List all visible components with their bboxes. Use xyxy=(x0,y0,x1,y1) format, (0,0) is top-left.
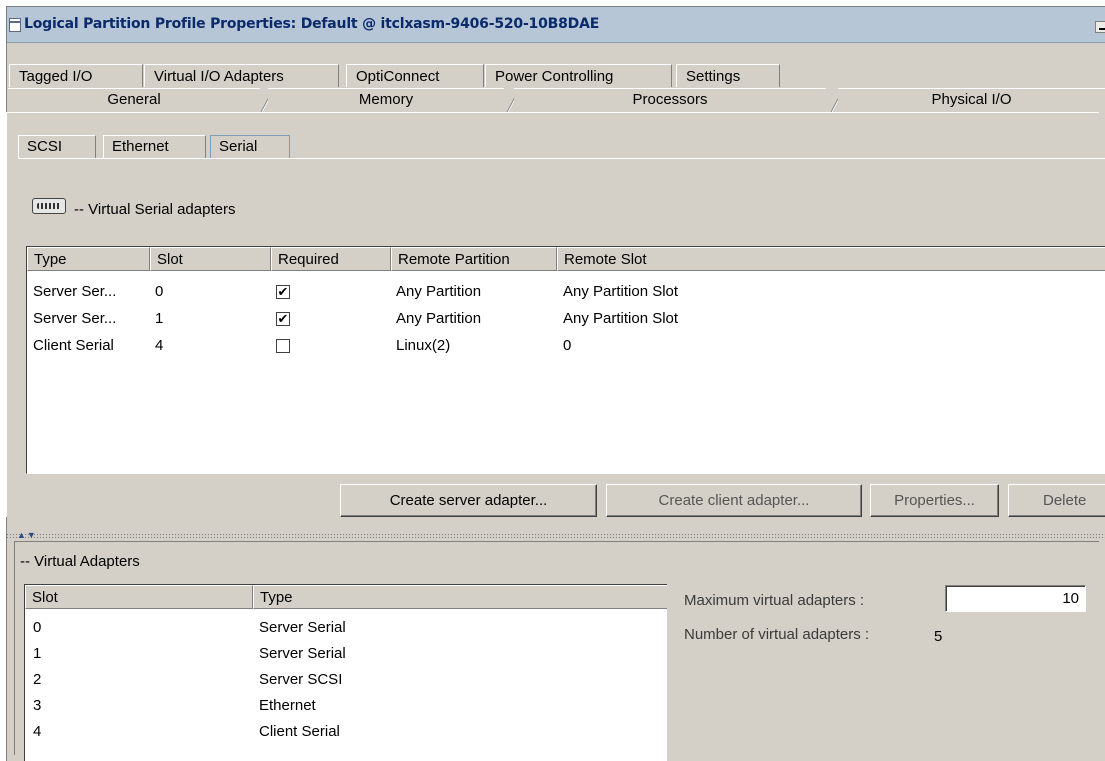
tab-physical-io[interactable]: Physical I/O xyxy=(838,88,1105,111)
tab-memory[interactable]: Memory xyxy=(268,88,504,111)
number-of-virtual-adapters-label: Number of virtual adapters : xyxy=(684,626,870,643)
tab-label: Power Controlling xyxy=(495,68,614,85)
cell-slot: 3 xyxy=(33,697,42,714)
column-header-remote-partition[interactable]: Remote Partition xyxy=(391,247,557,271)
tab-separator xyxy=(826,88,838,110)
tab-opticonnect[interactable]: OptiConnect xyxy=(346,64,484,87)
delete-button[interactable]: Delete xyxy=(1008,484,1105,517)
column-header-slot[interactable]: Slot xyxy=(150,247,271,271)
cell-remote-partition: Linux(2) xyxy=(396,337,451,354)
column-header-type[interactable]: Type xyxy=(27,247,150,271)
tab-label: Processors xyxy=(632,91,708,108)
minimize-button[interactable] xyxy=(1095,21,1105,33)
table-header: Slot Type xyxy=(25,585,667,609)
subtab-ethernet[interactable]: Ethernet xyxy=(103,135,206,159)
max-virtual-adapters-label: Maximum virtual adapters : xyxy=(684,592,865,609)
tab-label: Physical I/O xyxy=(931,91,1012,108)
cell-remote-slot: 0 xyxy=(563,337,572,354)
cell-slot: 0 xyxy=(33,619,42,636)
tab-virtual-io-adapters[interactable]: Virtual I/O Adapters xyxy=(144,64,339,87)
tab-separator xyxy=(256,88,268,110)
cell-remote-partition: Any Partition xyxy=(396,310,482,327)
max-virtual-adapters-input[interactable]: 10 xyxy=(945,585,1086,612)
cell-slot: 2 xyxy=(33,671,42,688)
split-arrows-icon[interactable]: ▲▼ xyxy=(17,531,37,540)
serial-port-icon xyxy=(32,198,66,214)
required-checkbox[interactable] xyxy=(276,339,290,353)
window-icon xyxy=(9,18,21,32)
cell-slot: 4 xyxy=(155,337,164,354)
column-header-remote-slot[interactable]: Remote Slot xyxy=(557,247,1105,271)
required-checkbox[interactable]: ✔ xyxy=(276,285,290,299)
virtual-adapters-label: -- Virtual Adapters xyxy=(20,553,140,570)
cell-type: Server Serial xyxy=(259,619,346,636)
create-client-adapter-button[interactable]: Create client adapter... xyxy=(606,484,862,517)
tab-separator xyxy=(502,88,514,110)
tab-label: Memory xyxy=(358,91,414,108)
tab-label: OptiConnect xyxy=(356,68,440,85)
properties-button[interactable]: Properties... xyxy=(870,484,999,517)
cell-type: Client Serial xyxy=(33,337,114,354)
window-title: Logical Partition Profile Properties: De… xyxy=(24,16,600,32)
cell-type: Server Ser... xyxy=(33,283,117,300)
virtual-adapters-table: Slot Type 0 Server Serial 1 Server Seria… xyxy=(24,584,667,761)
create-server-adapter-button[interactable]: Create server adapter... xyxy=(340,484,597,517)
cell-type: Ethernet xyxy=(259,697,316,714)
title-bar[interactable]: Logical Partition Profile Properties: De… xyxy=(7,7,1105,43)
cell-remote-partition: Any Partition xyxy=(396,283,482,300)
cell-type: Server SCSI xyxy=(259,671,343,688)
table-header: Type Slot Required Remote Partition Remo… xyxy=(27,247,1105,271)
cell-slot: 1 xyxy=(33,645,42,662)
subtab-scsi[interactable]: SCSI xyxy=(18,135,96,159)
cell-type: Client Serial xyxy=(259,723,340,740)
cell-type: Server Serial xyxy=(259,645,346,662)
tab-processors[interactable]: Processors xyxy=(514,88,826,111)
tab-settings[interactable]: Settings xyxy=(676,64,780,87)
tab-label: General xyxy=(107,91,161,108)
number-of-virtual-adapters-value: 5 xyxy=(934,628,943,645)
subtab-serial[interactable]: Serial xyxy=(210,135,290,159)
column-header-slot[interactable]: Slot xyxy=(25,585,253,609)
subtab-label: Ethernet xyxy=(112,138,169,155)
cell-type: Server Ser... xyxy=(33,310,117,327)
cell-slot: 1 xyxy=(155,310,164,327)
column-header-type[interactable]: Type xyxy=(253,585,667,609)
required-checkbox[interactable]: ✔ xyxy=(276,312,290,326)
tab-label: Settings xyxy=(686,68,741,85)
subtab-label: SCSI xyxy=(27,138,63,155)
cell-slot: 0 xyxy=(155,283,164,300)
serial-section-label: -- Virtual Serial adapters xyxy=(74,201,236,218)
column-header-required[interactable]: Required xyxy=(271,247,391,271)
serial-adapters-table: Type Slot Required Remote Partition Remo… xyxy=(26,246,1105,474)
tab-label: Virtual I/O Adapters xyxy=(154,68,284,85)
subtab-label: Serial xyxy=(219,138,258,155)
cell-slot: 4 xyxy=(33,723,42,740)
tab-tagged-io[interactable]: Tagged I/O xyxy=(9,64,143,87)
cell-remote-slot: Any Partition Slot xyxy=(563,310,679,327)
tab-label: Tagged I/O xyxy=(19,68,93,85)
tab-general[interactable]: General xyxy=(8,88,260,111)
tab-power-controlling[interactable]: Power Controlling xyxy=(485,64,672,87)
cell-remote-slot: Any Partition Slot xyxy=(563,283,679,300)
subtab-divider xyxy=(18,158,1105,159)
split-pane-divider[interactable] xyxy=(6,533,1105,538)
